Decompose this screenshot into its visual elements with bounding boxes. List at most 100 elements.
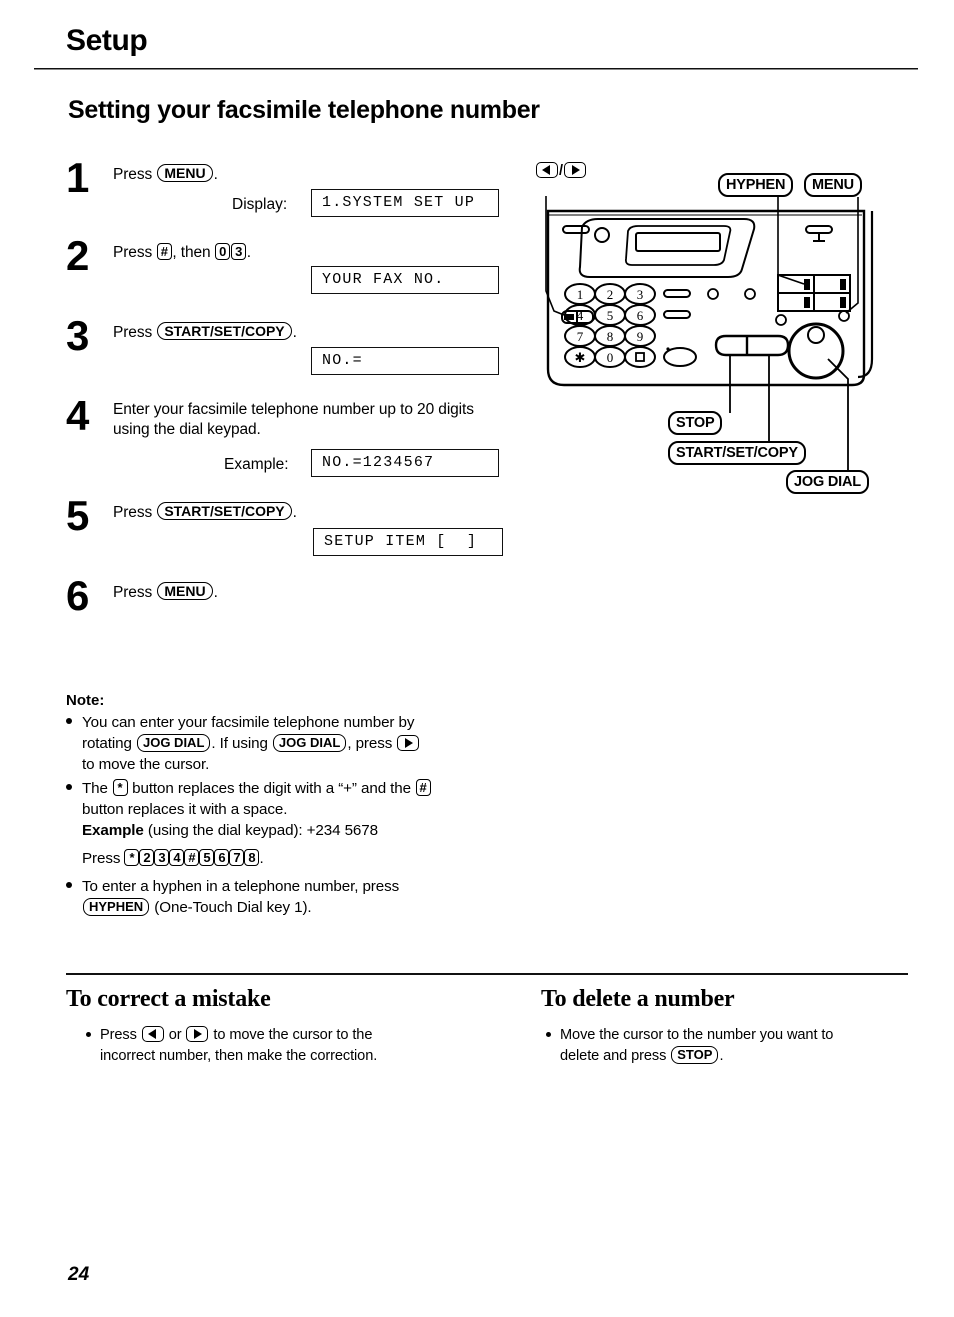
- svg-text:5: 5: [607, 308, 614, 323]
- step-3-prefix: Press: [113, 324, 157, 341]
- header-divider: [34, 68, 918, 70]
- step-1-instruction: Press MENU.: [113, 164, 218, 185]
- delete-pre: delete and press: [560, 1048, 671, 1064]
- bullet-icon: [546, 1032, 551, 1037]
- step-2-instruction: Press #, then 03.: [113, 243, 251, 263]
- bullet-icon: [66, 784, 72, 790]
- one-touch-dial-keys: [777, 274, 851, 312]
- bullet-icon: [66, 882, 72, 888]
- lcd-readout-1: 1.SYSTEM SET UP: [311, 189, 499, 217]
- step-1-suffix: .: [213, 166, 218, 183]
- svg-text:9: 9: [637, 329, 644, 344]
- start-stop-rocker: [714, 334, 790, 357]
- note-item-star-hash: The * button replaces the digit with a “…: [66, 778, 506, 869]
- hyphen-keycap[interactable]: HYPHEN: [83, 898, 150, 916]
- callout-jog-dial[interactable]: JOG DIAL: [786, 470, 869, 494]
- star-key[interactable]: *: [112, 779, 128, 796]
- svg-text:0: 0: [607, 350, 614, 365]
- step-6-instruction: Press MENU.: [113, 582, 218, 603]
- step-number-1: 1: [66, 154, 90, 201]
- press-suffix: .: [259, 850, 264, 867]
- lcd-bezel: [578, 218, 756, 278]
- note-1-mid: . If using: [211, 735, 272, 752]
- lamp-1: [707, 288, 719, 300]
- correct-mistake-body: Press or to move the cursor to the incor…: [86, 1025, 466, 1067]
- step-2-middle: , then: [172, 244, 215, 261]
- example-label: Example: [82, 822, 144, 839]
- step-2-prefix: Press: [113, 244, 157, 261]
- callout-hyphen[interactable]: HYPHEN: [718, 173, 794, 197]
- note-2-line-2: button replaces it with a space.: [82, 801, 288, 818]
- note-2-press-sequence: Press * 2 3 4 #5 6 7 8.: [82, 848, 506, 869]
- digit-key-4[interactable]: 4: [169, 849, 185, 866]
- jog-dial: [787, 322, 845, 380]
- stop-keycap[interactable]: STOP: [671, 1046, 719, 1064]
- lamp-2: [744, 288, 756, 300]
- digit-key-5[interactable]: 5: [199, 849, 215, 866]
- leader-menu: [845, 197, 859, 314]
- digit-key-3[interactable]: 3: [154, 849, 170, 866]
- note-1-line-2: rotating JOG DIAL. If using JOG DIAL, pr…: [82, 733, 506, 754]
- example-text: (using the dial keypad): +234 5678: [143, 822, 378, 839]
- right-arrow-icon[interactable]: [563, 162, 586, 178]
- correct-line-1: Press or to move the cursor to the: [86, 1025, 466, 1046]
- jog-dial-center: [807, 326, 825, 344]
- correct-line-2: incorrect number, then make the correcti…: [100, 1048, 378, 1064]
- hash-key[interactable]: #: [184, 849, 200, 866]
- note-item-jog-dial: You can enter your facsimile telephone n…: [66, 712, 506, 775]
- step-5-instruction: Press START/SET/COPY.: [113, 502, 297, 523]
- jog-dial-keycap[interactable]: JOG DIAL: [272, 734, 347, 752]
- menu-keycap[interactable]: MENU: [157, 582, 213, 600]
- star-key[interactable]: *: [124, 849, 140, 866]
- menu-keycap[interactable]: MENU: [157, 164, 213, 182]
- note-3-line-2: HYPHEN (One-Touch Dial key 1).: [82, 897, 506, 918]
- step-number-4: 4: [66, 392, 90, 439]
- display-label-4: Example:: [224, 456, 289, 473]
- digit-key-3[interactable]: 3: [231, 243, 247, 260]
- delete-line-1: Move the cursor to the number you want t…: [560, 1027, 834, 1043]
- correct-mid: or: [164, 1027, 186, 1043]
- indicator-lamp-left: [562, 225, 590, 234]
- callout-start-set-copy[interactable]: START/SET/COPY: [668, 441, 806, 465]
- hash-key[interactable]: #: [415, 779, 431, 796]
- step-number-6: 6: [66, 572, 90, 619]
- callout-menu[interactable]: MENU: [804, 173, 862, 197]
- digit-key-0[interactable]: 0: [215, 243, 231, 260]
- digit-key-6[interactable]: 6: [214, 849, 230, 866]
- page-title: Setting your facsimile telephone number: [68, 96, 540, 124]
- step-4-instruction: Enter your facsimile telephone number up…: [113, 401, 474, 438]
- note-3-text: (One-Touch Dial key 1).: [150, 899, 312, 916]
- display-label-1: Display:: [232, 196, 288, 213]
- note-1-line-1: You can enter your facsimile telephone n…: [82, 714, 415, 731]
- lcd-side-button: [594, 227, 610, 243]
- delete-line-2: delete and press STOP.: [546, 1046, 916, 1067]
- note-1-line-3: to move the cursor.: [82, 756, 210, 773]
- digit-key-7[interactable]: 7: [229, 849, 245, 866]
- section-divider: [66, 973, 908, 975]
- svg-text:1: 1: [577, 287, 584, 302]
- right-arrow-icon[interactable]: [186, 1026, 209, 1042]
- note-2-pre: The: [82, 780, 112, 797]
- lcd-readout-3: NO.=: [311, 347, 499, 375]
- leader-jog-dial: [827, 358, 849, 477]
- lcd-readout-4: NO.=1234567: [311, 449, 499, 477]
- jog-dial-keycap[interactable]: JOG DIAL: [136, 734, 211, 752]
- digit-key-2[interactable]: 2: [139, 849, 155, 866]
- lcd-readout-5: SETUP ITEM [ ]: [313, 528, 503, 556]
- left-arrow-icon[interactable]: [141, 1026, 164, 1042]
- delete-number-title: To delete a number: [541, 986, 735, 1012]
- callout-stop[interactable]: STOP: [668, 411, 723, 435]
- function-pill-1: [663, 289, 691, 298]
- step-6-suffix: .: [213, 584, 218, 601]
- start-set-copy-keycap[interactable]: START/SET/COPY: [157, 322, 292, 340]
- function-pill-2: [663, 310, 691, 319]
- delete-post: .: [719, 1048, 724, 1064]
- fax-machine-diagram: 123 456 789 ✱ 0 / HYPHEN MENU STOP START…: [528, 162, 918, 503]
- right-arrow-icon[interactable]: [397, 735, 420, 751]
- digit-key-8[interactable]: 8: [244, 849, 260, 866]
- note-3-line-1: To enter a hyphen in a telephone number,…: [82, 878, 400, 895]
- page-header: Setup: [66, 24, 906, 58]
- start-set-copy-keycap[interactable]: START/SET/COPY: [157, 502, 292, 520]
- hash-key[interactable]: #: [156, 243, 172, 260]
- left-arrow-icon[interactable]: [536, 162, 558, 178]
